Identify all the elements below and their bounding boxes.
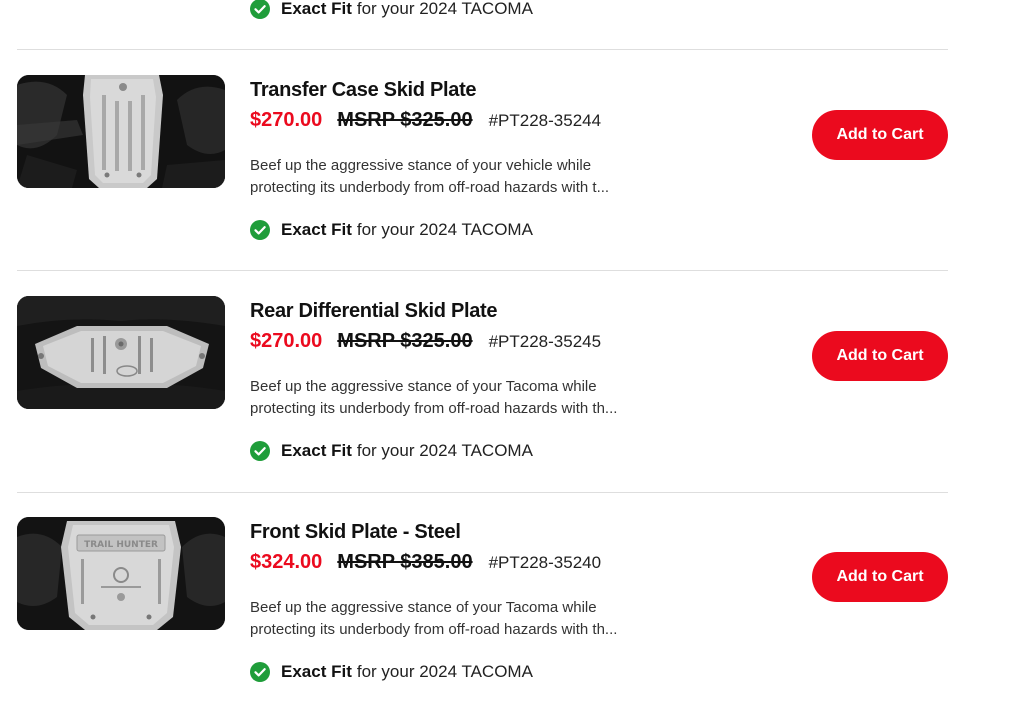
exact-fit-row: Exact Fit for your 2024 TACOMA: [250, 0, 533, 21]
exact-fit-label: Exact Fit: [281, 220, 352, 239]
check-circle-icon: [250, 441, 270, 461]
product-description: Beef up the aggressive stance of your ve…: [250, 155, 660, 199]
part-number: #PT228-35240: [488, 553, 602, 572]
product-image[interactable]: [17, 75, 225, 188]
description-line: Beef up the aggressive stance of your ve…: [250, 157, 592, 174]
exact-fit-label: Exact Fit: [281, 0, 352, 18]
add-to-cart-button[interactable]: Add to Cart: [812, 331, 948, 381]
price-row: $324.00 MSRP $385.00 #PT228-35240: [250, 551, 601, 574]
check-circle-icon: [250, 662, 270, 682]
msrp-price: MSRP $325.00: [337, 330, 473, 352]
exact-fit-vehicle: for your 2024 TACOMA: [356, 220, 533, 239]
rear-differential-skid-plate-image: [17, 296, 225, 409]
part-number: #PT228-35244: [488, 111, 602, 130]
exact-fit-row: Exact Fit for your 2024 TACOMA: [250, 218, 533, 242]
product-description: Beef up the aggressive stance of your Ta…: [250, 597, 660, 641]
transfer-case-skid-plate-image: [17, 75, 225, 188]
add-to-cart-button[interactable]: Add to Cart: [812, 110, 948, 160]
check-circle-icon: [250, 220, 270, 240]
description-line: protecting its underbody from off-road h…: [250, 179, 610, 196]
price-row: $270.00 MSRP $325.00 #PT228-35244: [250, 109, 601, 132]
price-row: $270.00 MSRP $325.00 #PT228-35245: [250, 330, 601, 353]
product-title[interactable]: Front Skid Plate - Steel: [250, 521, 461, 544]
sale-price: $324.00: [250, 551, 323, 573]
description-line: Beef up the aggressive stance of your Ta…: [250, 378, 597, 395]
description-line: Beef up the aggressive stance of your Ta…: [250, 599, 597, 616]
product-card: Rear Differential Skid Plate $270.00 MSR…: [0, 271, 1023, 492]
exact-fit-row: Exact Fit for your 2024 TACOMA: [250, 660, 533, 684]
product-image[interactable]: [17, 296, 225, 409]
product-card: Transfer Case Skid Plate $270.00 MSRP $3…: [0, 50, 1023, 271]
exact-fit-vehicle: for your 2024 TACOMA: [356, 0, 533, 18]
product-title[interactable]: Transfer Case Skid Plate: [250, 79, 477, 102]
check-circle-icon: [250, 0, 270, 19]
exact-fit-label: Exact Fit: [281, 441, 352, 460]
product-description: Beef up the aggressive stance of your Ta…: [250, 376, 660, 420]
msrp-price: MSRP $385.00: [337, 551, 473, 573]
exact-fit-label: Exact Fit: [281, 662, 352, 681]
front-skid-plate-image: TRAIL HUNTER: [17, 517, 225, 630]
trail-hunter-emblem: TRAIL HUNTER: [84, 540, 158, 550]
description-line: protecting its underbody from off-road h…: [250, 621, 618, 638]
product-image[interactable]: TRAIL HUNTER: [17, 517, 225, 630]
add-to-cart-button[interactable]: Add to Cart: [812, 552, 948, 602]
sale-price: $270.00: [250, 330, 323, 352]
msrp-price: MSRP $325.00: [337, 109, 473, 131]
part-number: #PT228-35245: [488, 332, 602, 351]
exact-fit-vehicle: for your 2024 TACOMA: [356, 662, 533, 681]
description-line: protecting its underbody from off-road h…: [250, 400, 618, 417]
product-title[interactable]: Rear Differential Skid Plate: [250, 300, 498, 323]
exact-fit-vehicle: for your 2024 TACOMA: [356, 441, 533, 460]
sale-price: $270.00: [250, 109, 323, 131]
exact-fit-row: Exact Fit for your 2024 TACOMA: [250, 439, 533, 463]
product-card: TRAIL HUNTER Front Skid Plate - Steel $3…: [0, 492, 1023, 713]
